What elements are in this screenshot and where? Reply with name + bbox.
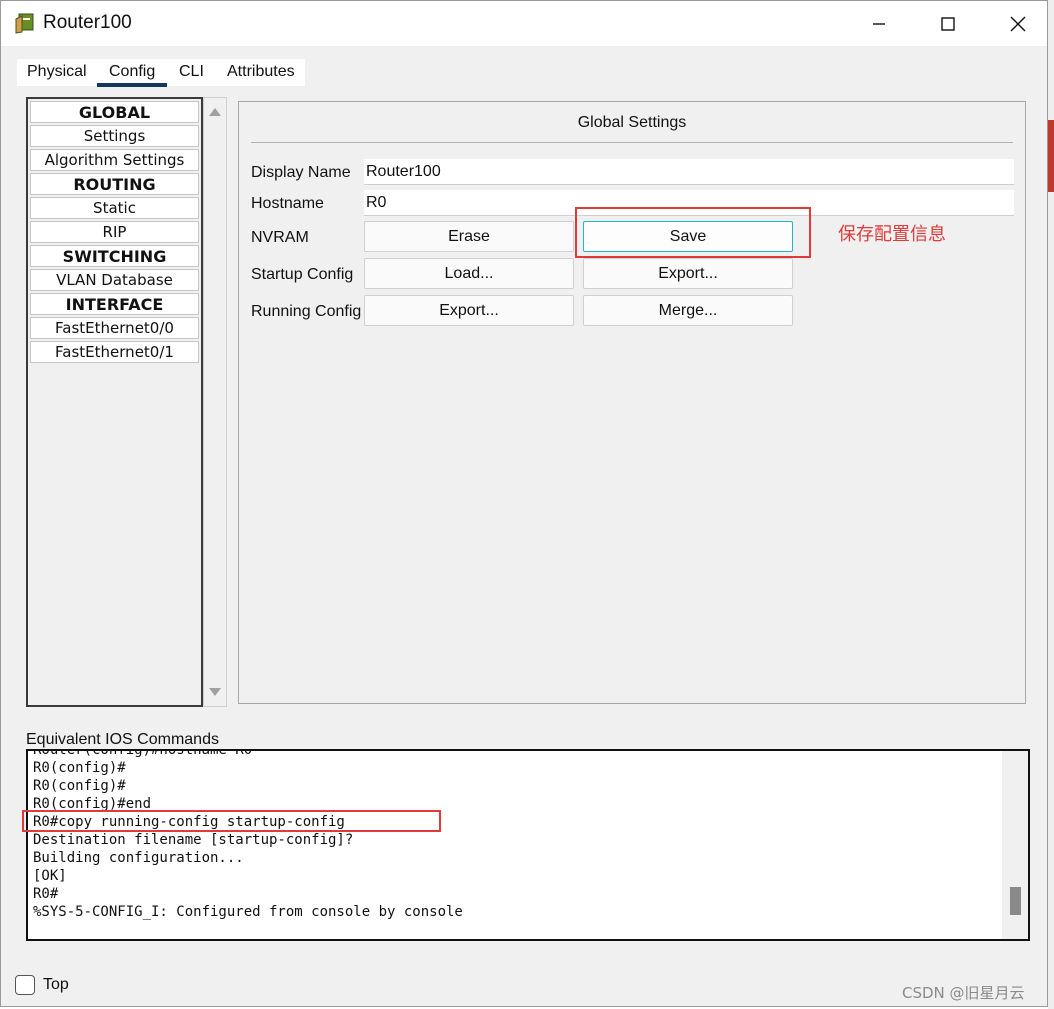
- nav-header-routing[interactable]: ROUTING: [30, 173, 199, 195]
- scroll-down-icon[interactable]: [209, 688, 221, 696]
- nav-item-vlan-database[interactable]: VLAN Database: [30, 269, 199, 291]
- tab-attributes[interactable]: Attributes: [227, 63, 295, 81]
- watermark: CSDN @旧星月云: [902, 984, 1025, 1002]
- tab-cli[interactable]: CLI: [179, 63, 204, 81]
- console-line: Destination filename [startup-config]?: [33, 832, 354, 848]
- console-lines: Router(config)#hostname R0 R0(config)# R…: [33, 749, 463, 921]
- save-annotation-box: [575, 207, 811, 258]
- maximize-button[interactable]: [913, 1, 983, 46]
- tab-config[interactable]: Config: [109, 63, 155, 81]
- settings-divider: [251, 142, 1013, 143]
- background-strip-accent: [1048, 120, 1054, 192]
- console-line: Building configuration...: [33, 850, 244, 866]
- title-bar: Router100: [1, 1, 1047, 46]
- nav-item-algorithm-settings[interactable]: Algorithm Settings: [30, 149, 199, 171]
- save-annotation-text: 保存配置信息: [838, 224, 946, 245]
- console-scrollbar[interactable]: [1002, 751, 1028, 939]
- startup-config-label: Startup Config: [251, 266, 354, 283]
- ios-commands-label: Equivalent IOS Commands: [26, 731, 219, 748]
- ios-commands-console[interactable]: Router(config)#hostname R0 R0(config)# R…: [26, 749, 1030, 941]
- tab-physical[interactable]: Physical: [27, 63, 87, 81]
- running-config-label: Running Config: [251, 303, 362, 320]
- hostname-label: Hostname: [251, 195, 324, 212]
- scroll-up-icon[interactable]: [209, 108, 221, 116]
- minimize-button[interactable]: [844, 1, 914, 46]
- nvram-label: NVRAM: [251, 229, 309, 246]
- display-name-input[interactable]: [364, 159, 1014, 185]
- display-name-label: Display Name: [251, 164, 351, 181]
- global-settings-panel: Global Settings Display Name Hostname NV…: [238, 101, 1026, 704]
- tab-bar: Physical Config CLI Attributes: [17, 59, 305, 87]
- startup-export-button[interactable]: Export...: [583, 258, 793, 289]
- nav-item-settings[interactable]: Settings: [30, 125, 199, 147]
- router-icon: [15, 13, 34, 34]
- maximize-icon: [941, 16, 955, 31]
- top-checkbox-label: Top: [43, 976, 69, 993]
- config-nav-list: GLOBAL Settings Algorithm Settings ROUTI…: [26, 97, 203, 707]
- running-merge-button[interactable]: Merge...: [583, 295, 793, 326]
- minimize-icon: [873, 22, 885, 25]
- copy-command-annotation-box: [22, 810, 441, 832]
- console-line: Router(config)#hostname R0: [33, 749, 253, 758]
- nav-item-fastethernet0-1[interactable]: FastEthernet0/1: [30, 341, 199, 363]
- active-tab-indicator: [97, 83, 167, 87]
- settings-title: Global Settings: [577, 114, 687, 131]
- console-line: R0(config)#: [33, 778, 126, 794]
- nav-header-interface[interactable]: INTERFACE: [30, 293, 199, 315]
- console-line: [OK]: [33, 868, 67, 884]
- console-line: R0#: [33, 886, 59, 902]
- window-title: Router100: [43, 12, 132, 33]
- console-scroll-thumb[interactable]: [1010, 887, 1021, 915]
- top-checkbox[interactable]: [15, 975, 35, 995]
- nav-item-static[interactable]: Static: [30, 197, 199, 219]
- running-export-button[interactable]: Export...: [364, 295, 574, 326]
- console-line: R0(config)#: [33, 760, 126, 776]
- router-window: Router100 Physical Config CLI Attributes…: [0, 0, 1048, 1007]
- nav-header-global[interactable]: GLOBAL: [30, 101, 199, 123]
- startup-load-button[interactable]: Load...: [364, 258, 574, 289]
- nav-header-switching[interactable]: SWITCHING: [30, 245, 199, 267]
- nav-item-fastethernet0-0[interactable]: FastEthernet0/0: [30, 317, 199, 339]
- nav-item-rip[interactable]: RIP: [30, 221, 199, 243]
- close-button[interactable]: [983, 1, 1053, 46]
- close-icon: [1010, 16, 1026, 31]
- console-line: %SYS-5-CONFIG_I: Configured from console…: [33, 904, 463, 920]
- nav-scrollbar[interactable]: [203, 97, 227, 707]
- nvram-erase-button[interactable]: Erase: [364, 221, 574, 252]
